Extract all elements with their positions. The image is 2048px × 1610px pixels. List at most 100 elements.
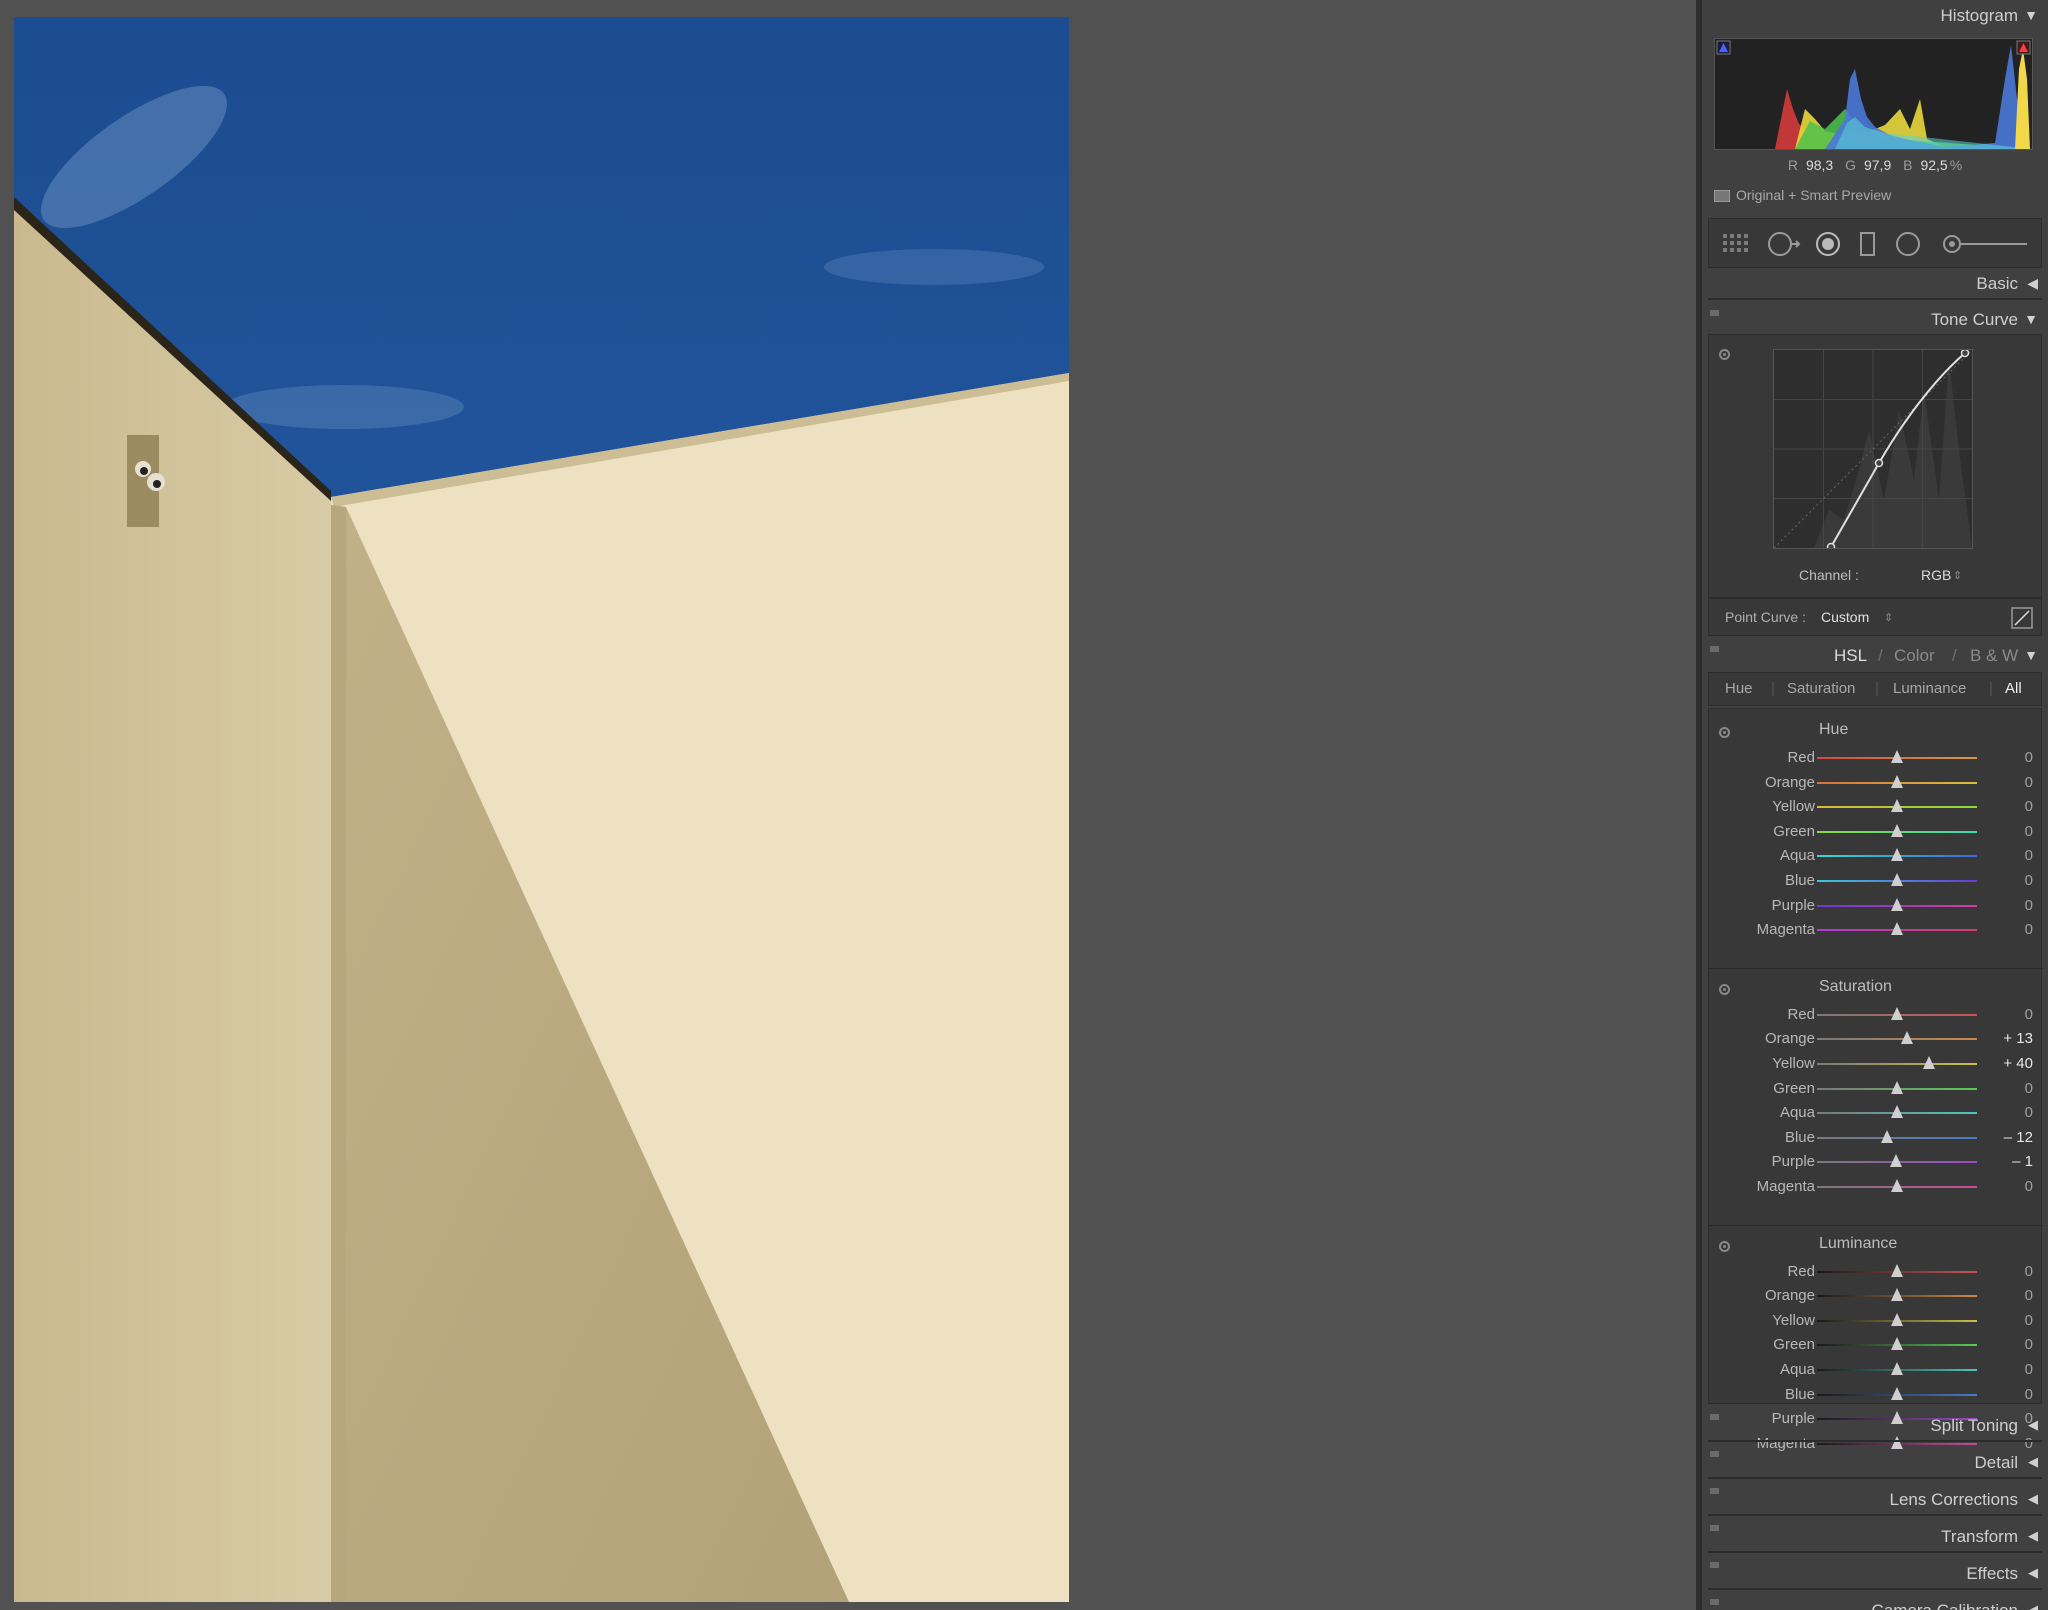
slider-value[interactable]: 0 <box>2025 1104 2033 1121</box>
hsl-slider-saturation-blue[interactable]: Blue – 12 <box>1709 1125 2043 1149</box>
hsl-mode-hsl[interactable]: HSL <box>1834 646 1867 666</box>
slider-thumb[interactable] <box>1891 1105 1903 1119</box>
panel-header-detail[interactable]: Detail ◀ <box>1708 1445 2042 1479</box>
slider-thumb[interactable] <box>1891 1263 1903 1277</box>
slider-thumb[interactable] <box>1901 1031 1914 1045</box>
slider-thumb[interactable] <box>1891 1312 1903 1326</box>
panel-switch[interactable] <box>1710 1488 1719 1494</box>
slider-track[interactable] <box>1817 1038 1977 1041</box>
slider-thumb[interactable] <box>1891 1006 1903 1020</box>
slider-value[interactable]: 0 <box>2025 1361 2033 1378</box>
panel-header-transform[interactable]: Transform ◀ <box>1708 1519 2042 1553</box>
slider-thumb[interactable] <box>1891 774 1903 788</box>
slider-thumb[interactable] <box>1891 1179 1903 1192</box>
tone-curve-header[interactable]: Tone Curve ▼ <box>1708 304 2042 338</box>
hsl-slider-hue-orange[interactable]: Orange 0 <box>1709 770 2043 794</box>
slider-value[interactable]: + 40 <box>2003 1055 2033 1072</box>
hsl-mode-bw[interactable]: B & W <box>1970 646 2018 666</box>
slider-thumb[interactable] <box>1891 1362 1903 1375</box>
slider-thumb[interactable] <box>1891 922 1903 936</box>
smart-preview-status[interactable]: Original + Smart Preview <box>1714 187 1891 203</box>
channel-value[interactable]: RGB <box>1921 567 1951 583</box>
slider-thumb[interactable] <box>1891 873 1903 886</box>
hsl-slider-saturation-magenta[interactable]: Magenta 0 <box>1709 1174 2043 1198</box>
slider-value[interactable]: 0 <box>2025 1287 2033 1304</box>
tab-all[interactable]: All <box>2005 680 2022 697</box>
tab-hue[interactable]: Hue <box>1725 680 1753 697</box>
slider-thumb[interactable] <box>1890 1154 1903 1168</box>
hsl-slider-hue-green[interactable]: Green 0 <box>1709 819 2043 843</box>
slider-value[interactable]: 0 <box>2025 872 2033 889</box>
slider-value[interactable]: 0 <box>2025 1263 2033 1280</box>
slider-thumb[interactable] <box>1891 1337 1903 1351</box>
slider-thumb[interactable] <box>1891 1288 1903 1302</box>
slider-value[interactable]: 0 <box>2025 1080 2033 1097</box>
point-curve-value[interactable]: Custom <box>1821 609 1869 625</box>
panel-header-camera-calibration[interactable]: Camera Calibration ◀ <box>1708 1593 2042 1610</box>
hsl-slider-luminance-green[interactable]: Green 0 <box>1709 1332 2043 1356</box>
slider-value[interactable]: 0 <box>2025 798 2033 815</box>
slider-value[interactable]: 0 <box>2025 749 2033 766</box>
slider-value[interactable]: 0 <box>2025 847 2033 864</box>
hsl-slider-saturation-yellow[interactable]: Yellow + 40 <box>1709 1051 2043 1075</box>
targeted-adjustment-icon[interactable] <box>1719 1240 1730 1252</box>
panel-switch[interactable] <box>1710 1599 1719 1605</box>
tone-curve-graph[interactable] <box>1773 348 1973 552</box>
slider-thumb[interactable] <box>1891 799 1903 813</box>
hsl-slider-luminance-aqua[interactable]: Aqua 0 <box>1709 1357 2043 1381</box>
hsl-slider-luminance-yellow[interactable]: Yellow 0 <box>1709 1308 2043 1332</box>
hsl-slider-saturation-purple[interactable]: Purple – 1 <box>1709 1149 2043 1173</box>
panel-switch[interactable] <box>1710 1414 1719 1420</box>
hsl-slider-luminance-red[interactable]: Red 0 <box>1709 1259 2043 1283</box>
panel-switch[interactable] <box>1710 1562 1719 1568</box>
targeted-adjustment-icon[interactable] <box>1719 727 1730 738</box>
targeted-adjustment-icon[interactable] <box>1719 983 1730 995</box>
slider-thumb[interactable] <box>1891 848 1903 862</box>
tab-saturation[interactable]: Saturation <box>1787 680 1855 697</box>
panel-header-lens-corrections[interactable]: Lens Corrections ◀ <box>1708 1482 2042 1516</box>
hsl-slider-saturation-orange[interactable]: Orange + 13 <box>1709 1026 2043 1050</box>
basic-panel-header[interactable]: Basic ◀ <box>1708 268 2042 302</box>
hsl-slider-saturation-red[interactable]: Red 0 <box>1709 1002 2043 1026</box>
slider-thumb[interactable] <box>1891 1386 1903 1400</box>
slider-value[interactable]: 0 <box>2025 1178 2033 1195</box>
panel-switch[interactable] <box>1710 646 1719 652</box>
hsl-slider-hue-yellow[interactable]: Yellow 0 <box>1709 794 2043 818</box>
adjustment-brush-icon[interactable] <box>1941 231 2031 257</box>
slider-value[interactable]: 0 <box>2025 774 2033 791</box>
hsl-slider-luminance-blue[interactable]: Blue 0 <box>1709 1382 2043 1406</box>
panel-header-split-toning[interactable]: Split Toning ◀ <box>1708 1408 2042 1442</box>
hsl-slider-hue-purple[interactable]: Purple 0 <box>1709 893 2043 917</box>
slider-value[interactable]: – 1 <box>2012 1153 2033 1170</box>
slider-value[interactable]: 0 <box>2025 921 2033 938</box>
slider-value[interactable]: 0 <box>2025 1312 2033 1329</box>
hsl-slider-luminance-orange[interactable]: Orange 0 <box>1709 1283 2043 1307</box>
slider-thumb[interactable] <box>1891 823 1903 837</box>
spot-removal-icon[interactable] <box>1815 231 1843 257</box>
slider-value[interactable]: 0 <box>2025 897 2033 914</box>
hsl-mode-color[interactable]: Color <box>1894 646 1935 666</box>
slider-value[interactable]: 0 <box>2025 1386 2033 1403</box>
slider-thumb[interactable] <box>1891 1080 1903 1094</box>
radial-filter-icon[interactable] <box>1895 231 1923 257</box>
hsl-slider-hue-aqua[interactable]: Aqua 0 <box>1709 843 2043 867</box>
hsl-slider-hue-magenta[interactable]: Magenta 0 <box>1709 917 2043 941</box>
crop-overlay-icon[interactable] <box>1767 231 1801 257</box>
hsl-slider-hue-red[interactable]: Red 0 <box>1709 745 2043 769</box>
graduated-filter-icon[interactable] <box>1857 231 1879 257</box>
slider-value[interactable]: 0 <box>2025 1006 2033 1023</box>
photo-preview[interactable] <box>14 17 1069 1602</box>
targeted-adjustment-icon[interactable] <box>1719 349 1730 360</box>
panel-switch[interactable] <box>1710 310 1719 316</box>
tab-luminance[interactable]: Luminance <box>1893 680 1966 697</box>
edit-point-curve-icon[interactable] <box>2011 607 2033 629</box>
slider-thumb[interactable] <box>1881 1129 1894 1143</box>
panel-switch[interactable] <box>1710 1451 1719 1457</box>
slider-track[interactable] <box>1817 1063 1977 1065</box>
panel-switch[interactable] <box>1710 1525 1719 1531</box>
hsl-slider-hue-blue[interactable]: Blue 0 <box>1709 868 2043 892</box>
slider-thumb[interactable] <box>1923 1056 1935 1069</box>
slider-value[interactable]: 0 <box>2025 823 2033 840</box>
grid-tool-icon[interactable] <box>1721 231 1751 257</box>
slider-thumb[interactable] <box>1891 750 1903 763</box>
